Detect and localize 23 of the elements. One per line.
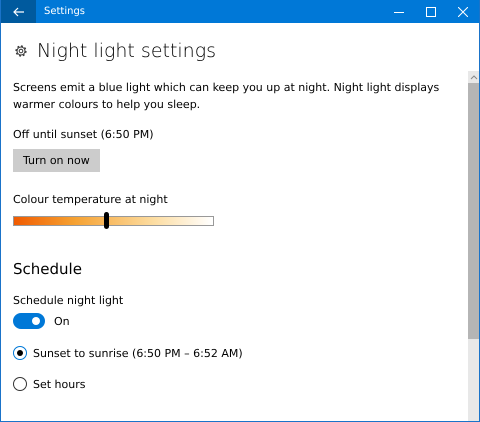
toggle-label: Schedule night light (13, 294, 124, 307)
page-title: Night light settings (37, 40, 216, 62)
window-title: Settings (44, 6, 86, 17)
section-heading: Schedule (13, 260, 83, 278)
back-button[interactable] (1, 0, 36, 23)
scrollbar-thumb[interactable] (468, 83, 479, 339)
toggle-switch[interactable] (13, 313, 45, 329)
maximize-icon (426, 6, 436, 16)
gear-icon (13, 43, 29, 59)
slider-label: Colour temperature at night (13, 193, 169, 206)
radio-button[interactable] (13, 377, 27, 391)
close-icon (458, 6, 468, 16)
slider-thumb[interactable] (104, 212, 109, 229)
back-arrow-icon (12, 6, 24, 16)
description-text: Screens emit a blue light which can keep you up at night. Night light displays warmer colours to help you sleep. (13, 80, 440, 113)
radio-button[interactable] (13, 346, 27, 360)
radio-label: Sunset to sunrise (6:50 PM – 6:52 AM) (33, 346, 243, 360)
status-text: Off until sunset (6:50 PM) (13, 128, 154, 141)
scroll-up-icon[interactable] (470, 74, 478, 80)
scrollbar[interactable] (468, 71, 479, 421)
turn-on-now-button[interactable]: Turn on now (13, 149, 100, 172)
radio-label: Set hours (33, 378, 86, 390)
toggle-state-text: On (54, 314, 70, 328)
